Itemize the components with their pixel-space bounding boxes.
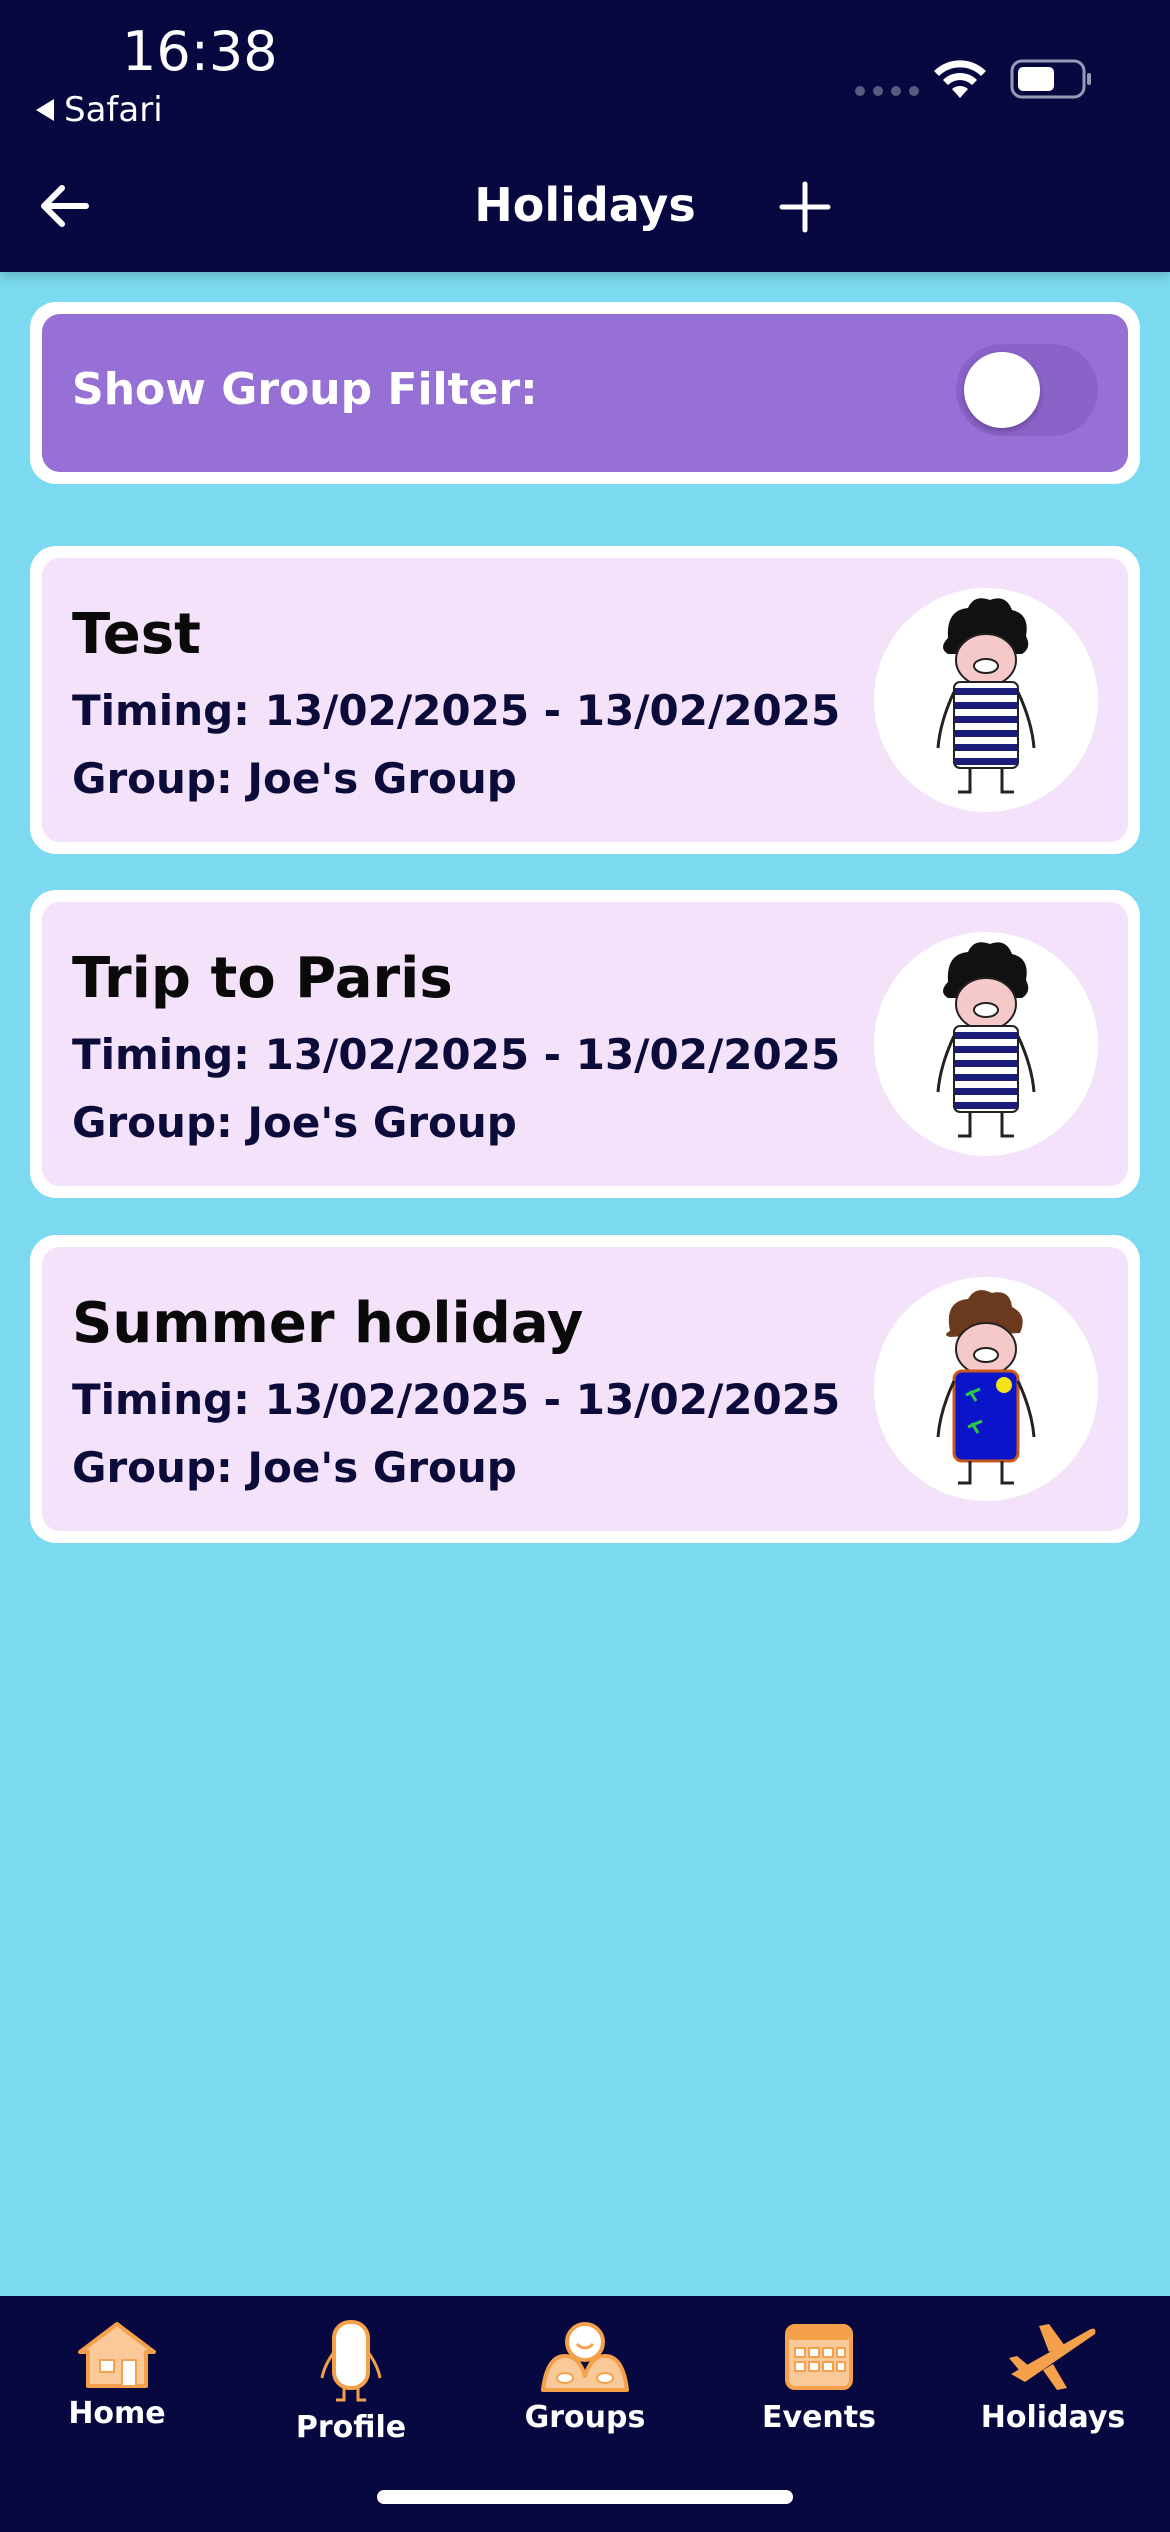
airplane-icon — [1009, 2324, 1096, 2390]
plus-icon[interactable] — [778, 180, 832, 234]
group-icon — [541, 2322, 629, 2392]
tab-label: Home — [68, 2396, 166, 2431]
cellular-signal-icon — [855, 86, 919, 96]
holiday-timing: Timing: 13/02/2025 - 13/02/2025 — [72, 1030, 841, 1079]
battery-icon — [1010, 59, 1091, 99]
page-title: Holidays — [474, 178, 696, 232]
summer-dress-avatar-icon — [874, 1277, 1098, 1501]
tab-label: Groups — [524, 2400, 646, 2435]
holiday-card[interactable]: Summer holiday Timing: 13/02/2025 - 13/0… — [30, 1235, 1140, 1543]
holiday-card[interactable]: Test Timing: 13/02/2025 - 13/02/2025 Gro… — [30, 546, 1140, 854]
holiday-card-body: Summer holiday Timing: 13/02/2025 - 13/0… — [42, 1247, 1128, 1531]
back-triangle-icon — [36, 99, 54, 121]
tab-events[interactable]: Events — [702, 2296, 936, 2456]
holiday-timing: Timing: 13/02/2025 - 13/02/2025 — [72, 686, 841, 735]
striped-shirt-avatar-icon — [874, 932, 1098, 1156]
tab-home[interactable]: Home — [0, 2296, 234, 2456]
holiday-card-body: Trip to Paris Timing: 13/02/2025 - 13/02… — [42, 902, 1128, 1186]
group-filter-toggle[interactable] — [956, 344, 1098, 436]
tab-holidays[interactable]: Holidays — [936, 2296, 1170, 2456]
holiday-timing: Timing: 13/02/2025 - 13/02/2025 — [72, 1375, 841, 1424]
toggle-knob — [964, 352, 1040, 428]
holiday-group: Group: Joe's Group — [72, 1098, 517, 1147]
header: 16:38 Safari Holidays — [0, 0, 1170, 272]
holiday-card-body: Test Timing: 13/02/2025 - 13/02/2025 Gro… — [42, 558, 1128, 842]
status-time: 16:38 — [122, 20, 278, 83]
tab-label: Profile — [295, 2410, 407, 2445]
group-filter-panel: Show Group Filter: — [42, 314, 1128, 472]
holiday-title: Trip to Paris — [72, 946, 453, 1011]
holiday-card[interactable]: Trip to Paris Timing: 13/02/2025 - 13/02… — [30, 890, 1140, 1198]
group-filter-label: Show Group Filter: — [72, 364, 538, 415]
tab-label: Holidays — [980, 2400, 1126, 2435]
group-filter-card: Show Group Filter: — [30, 302, 1140, 484]
back-to-safari[interactable]: Safari — [36, 90, 163, 130]
house-icon — [78, 2322, 156, 2388]
tab-profile[interactable]: Profile — [234, 2296, 468, 2456]
wifi-icon — [934, 60, 986, 98]
holiday-group: Group: Joe's Group — [72, 1443, 517, 1492]
person-icon — [320, 2320, 382, 2402]
holiday-title: Test — [72, 602, 201, 667]
holiday-group: Group: Joe's Group — [72, 754, 517, 803]
back-app-label: Safari — [64, 90, 163, 130]
calendar-icon — [785, 2324, 853, 2390]
holiday-title: Summer holiday — [72, 1291, 584, 1356]
tab-groups[interactable]: Groups — [468, 2296, 702, 2456]
striped-shirt-avatar-icon — [874, 588, 1098, 812]
home-indicator[interactable] — [377, 2490, 793, 2504]
tab-label: Events — [762, 2400, 876, 2435]
